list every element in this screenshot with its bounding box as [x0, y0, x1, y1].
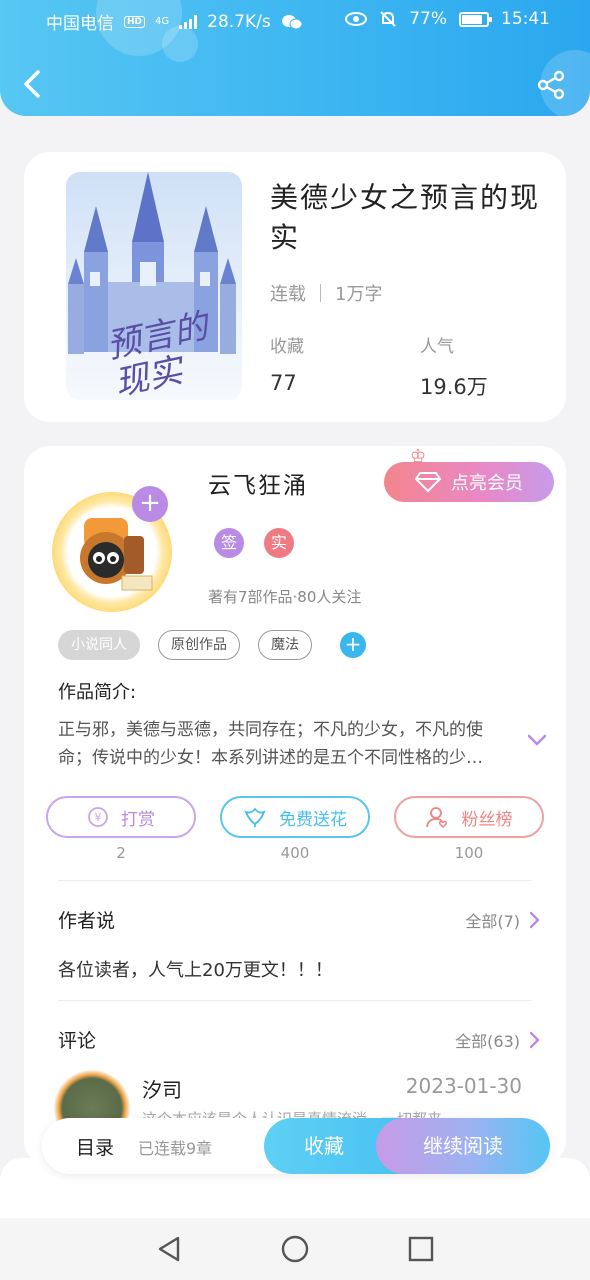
collect-stat: 收藏 77	[270, 332, 304, 395]
vip-label: 点亮会员	[451, 473, 523, 494]
author-says-title: 作者说	[58, 910, 116, 932]
tip-button[interactable]: ¥ 打赏	[46, 796, 196, 838]
follow-author-button[interactable]: +	[132, 486, 168, 522]
author-stats: 著有7部作品·80人关注	[208, 588, 362, 606]
popularity-value: 19.6万	[420, 375, 488, 399]
diamond-icon	[415, 472, 441, 493]
book-title: 美德少女之预言的现实	[270, 181, 541, 254]
fans-rank-button[interactable]: 粉丝榜	[394, 796, 544, 838]
tag-item[interactable]: 魔法	[258, 630, 312, 660]
section-divider	[58, 880, 532, 881]
collect-value: 77	[270, 371, 297, 395]
back-icon[interactable]	[18, 66, 48, 102]
book-cover[interactable]: 预言的现实	[66, 172, 242, 400]
bottom-action-bar: 目录 已连载9章 收藏 继续阅读	[42, 1118, 550, 1174]
add-tag-button[interactable]: +	[340, 632, 366, 658]
eye-icon	[345, 12, 368, 26]
header: 中国电信 HD 4G 28.7K/s 77% 15:41	[0, 0, 590, 116]
meta-divider	[320, 284, 321, 302]
real-name-badge: 实	[264, 528, 294, 558]
comments-more-label: 全部(63)	[455, 1032, 520, 1051]
fans-label: 粉丝榜	[461, 809, 513, 830]
author-says-more-label: 全部(7)	[465, 912, 520, 931]
system-nav-bar	[0, 1218, 590, 1280]
hd-badge: HD	[124, 15, 146, 28]
toc-button[interactable]: 目录	[76, 1133, 114, 1160]
book-status: 连载	[270, 284, 306, 305]
nav-back-icon[interactable]	[154, 1234, 184, 1264]
battery-percent: 77%	[409, 9, 447, 29]
vip-button[interactable]: 点亮会员	[384, 462, 554, 502]
network-label: 4G	[155, 16, 170, 27]
network-speed: 28.7K/s	[207, 11, 271, 32]
author-says-more[interactable]: 全部(7)	[465, 908, 540, 932]
author-name[interactable]: 云飞狂涌	[208, 466, 308, 500]
status-bar: 中国电信 HD 4G 28.7K/s 77% 15:41	[0, 0, 590, 40]
comment-date: 2023-01-30	[405, 1074, 522, 1098]
tag-item[interactable]: 小说同人	[58, 630, 140, 660]
send-flower-button[interactable]: 免费送花	[220, 796, 370, 838]
intro-text: 正与邪，美德与恶德，共同存在；不凡的少女，不凡的使命；传说中的少女！本系列讲述的…	[58, 720, 483, 768]
popularity-label: 人气	[420, 337, 454, 357]
tip-count: 2	[116, 844, 126, 862]
battery-fill	[462, 14, 483, 24]
coin-icon: ¥	[88, 807, 108, 827]
expand-chevron-icon[interactable]	[526, 732, 548, 748]
collect-label: 收藏	[270, 337, 304, 357]
popularity-stat: 人气 19.6万	[420, 332, 488, 401]
share-icon[interactable]	[536, 70, 566, 100]
intro-label: 作品简介:	[58, 682, 137, 703]
fans-count: 100	[454, 844, 484, 862]
comments-more[interactable]: 全部(63)	[455, 1028, 540, 1052]
toc-status: 已连载9章	[138, 1139, 213, 1158]
clock: 15:41	[501, 9, 550, 29]
signed-badge: 签	[214, 528, 244, 558]
nav-home-icon[interactable]	[280, 1234, 310, 1264]
book-word-count: 1万字	[335, 284, 383, 305]
author-card: + 云飞狂涌 ♔ 点亮会员 签 实 著有7部作品·80人关注 小说同人 原创作品…	[24, 446, 566, 1166]
section-divider	[58, 1000, 532, 1001]
wechat-icon	[281, 14, 303, 29]
book-meta: 连载 1万字	[270, 280, 382, 306]
comments-title: 评论	[58, 1030, 97, 1052]
flower-label: 免费送花	[279, 809, 347, 830]
tag-list: 小说同人 原创作品 魔法 +	[58, 630, 366, 660]
tip-label: 打赏	[121, 809, 155, 830]
svg-text:¥: ¥	[95, 811, 102, 824]
book-info-card: 预言的现实 美德少女之预言的现实 连载 1万字 收藏 77 人气 19.6万	[24, 152, 566, 422]
chevron-right-icon	[529, 1031, 540, 1049]
signal-icon	[179, 14, 198, 29]
nav-recent-icon[interactable]	[406, 1234, 436, 1264]
tag-item[interactable]: 原创作品	[158, 630, 240, 660]
author-says-text: 各位读者，人气上20万更文！！！	[58, 960, 333, 981]
fans-icon	[425, 807, 447, 828]
commenter-name[interactable]: 汐司	[142, 1074, 182, 1103]
battery-icon	[459, 11, 492, 27]
continue-reading-button[interactable]: 继续阅读	[376, 1118, 550, 1174]
flower-icon	[244, 807, 266, 827]
chevron-right-icon	[529, 911, 540, 929]
mute-icon	[380, 11, 396, 27]
flower-count: 400	[280, 844, 310, 862]
carrier-label: 中国电信	[46, 14, 114, 34]
